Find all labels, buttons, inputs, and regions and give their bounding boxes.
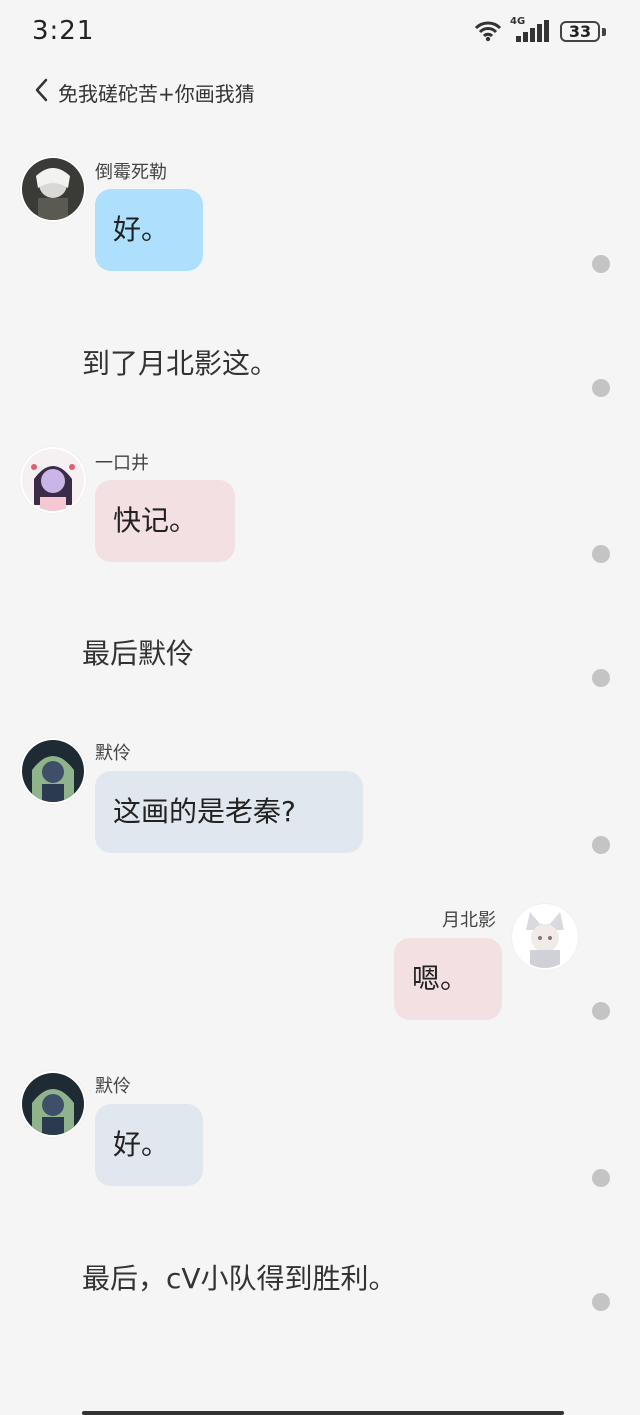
chat-header: 免我磋砣苦+你画我猜 <box>0 70 640 110</box>
sender-name: 默伶 <box>95 743 131 764</box>
message-bubble[interactable]: 好。 <box>95 189 203 271</box>
sender-name: 月北影 <box>442 910 496 931</box>
cellular-signal-icon: 4G <box>510 16 552 48</box>
back-arrow-icon[interactable] <box>30 76 54 104</box>
message-status-dot <box>592 545 610 563</box>
network-type-label: 4G <box>510 16 526 27</box>
battery-cap <box>602 28 606 36</box>
message-bubble[interactable]: 好。 <box>95 1104 203 1186</box>
message-status-dot <box>592 379 610 397</box>
message-status-dot <box>592 1293 610 1311</box>
narration-text: 到了月北影这。 <box>82 347 279 380</box>
avatar[interactable] <box>20 1071 86 1137</box>
message-bubble[interactable]: 嗯。 <box>394 938 502 1020</box>
narration-text: 最后，cV小队得到胜利。 <box>82 1262 397 1295</box>
avatar[interactable] <box>512 904 578 970</box>
wifi-icon <box>474 20 502 46</box>
message-status-dot <box>592 669 610 687</box>
avatar[interactable] <box>20 738 86 804</box>
sender-name: 倒霉死勒 <box>95 162 167 183</box>
narration-text: 最后默伶 <box>82 637 195 670</box>
avatar[interactable] <box>20 156 86 222</box>
chat-title: 免我磋砣苦+你画我猜 <box>58 82 255 106</box>
message-status-dot <box>592 1169 610 1187</box>
message-status-dot <box>592 255 610 273</box>
message-status-dot <box>592 836 610 854</box>
message-bubble[interactable]: 快记。 <box>95 480 235 562</box>
sender-name: 一口井 <box>95 453 149 474</box>
home-indicator[interactable] <box>82 1411 564 1415</box>
message-status-dot <box>592 1002 610 1020</box>
avatar[interactable] <box>20 447 86 513</box>
status-time: 3:21 <box>32 16 95 46</box>
sender-name: 默伶 <box>95 1076 131 1097</box>
status-bar: 3:21 4G 33 <box>0 0 640 64</box>
battery-icon: 33 <box>560 21 600 42</box>
message-bubble[interactable]: 这画的是老秦? <box>95 771 363 853</box>
